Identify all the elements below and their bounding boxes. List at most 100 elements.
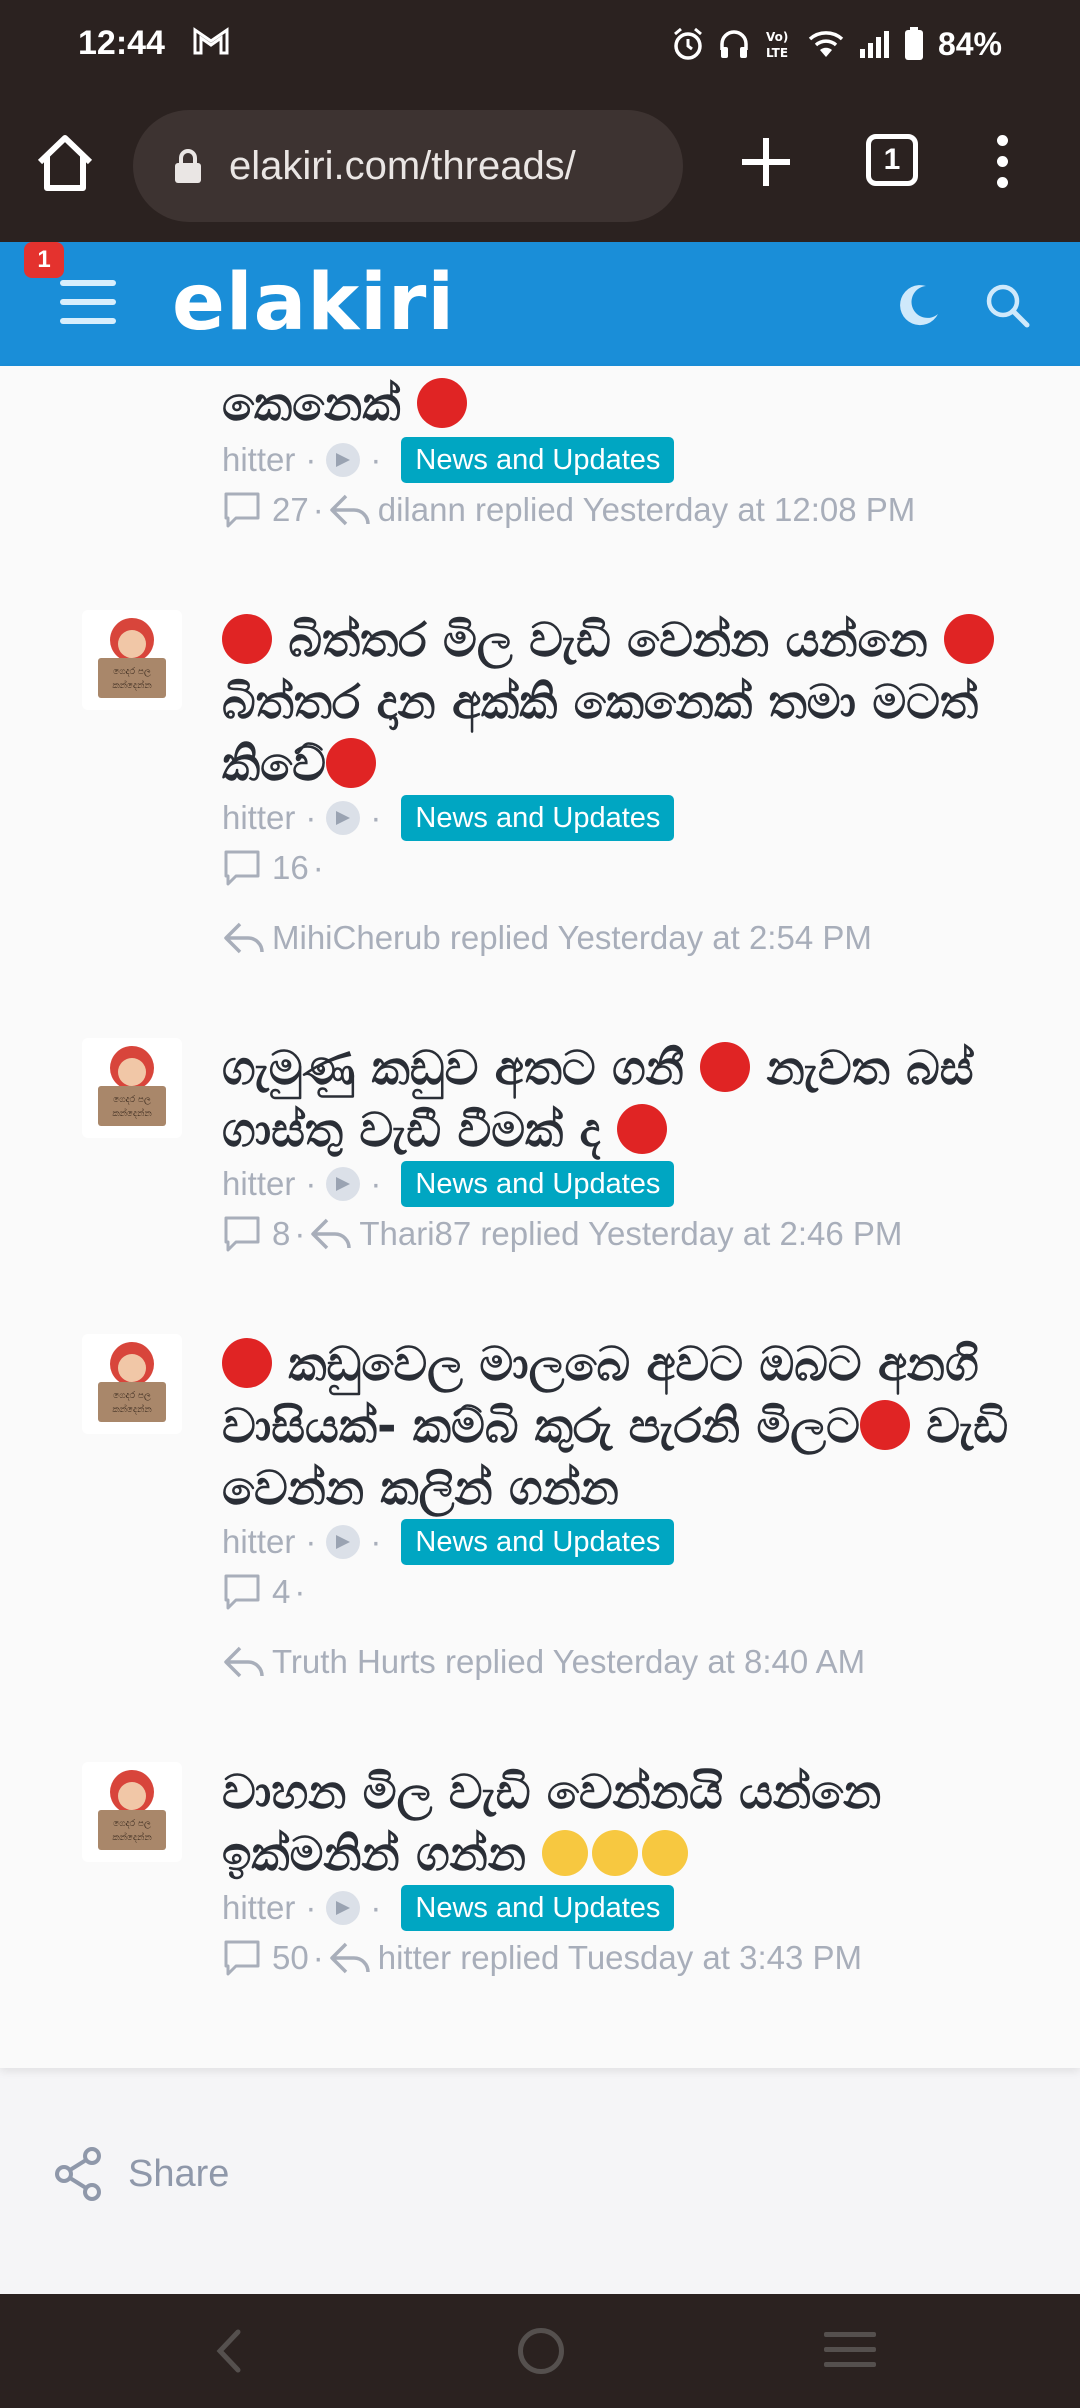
share-icon <box>55 2147 101 2201</box>
reply-arrow-icon <box>311 1218 352 1250</box>
smiling-face-emoji <box>542 1830 589 1876</box>
arrow-right-icon <box>326 1891 361 1925</box>
home-circle-icon[interactable] <box>518 2328 564 2374</box>
forum-tag[interactable]: News and Updates <box>401 1161 675 1207</box>
svg-text:ගෙදර පල: ගෙදර පල <box>113 1095 151 1105</box>
thread-stats: 4 · <box>222 1568 309 1616</box>
last-reply[interactable]: MihiCherub replied Yesterday at 2:54 PM <box>272 919 872 957</box>
red-circle-emoji <box>616 1104 667 1154</box>
thread-last-reply: MihiCherub replied Yesterday at 2:54 PM <box>222 914 872 962</box>
thread-stats: 50 · hitter replied Tuesday at 3:43 PM <box>222 1934 862 1982</box>
svg-text:ගෙදර පල: ගෙදර පල <box>113 1819 151 1829</box>
avatar[interactable]: ගෙදර පල කන්දෙන්න <box>82 1762 182 1862</box>
thread-last-reply: Truth Hurts replied Yesterday at 8:40 AM <box>222 1638 865 1686</box>
thread-meta: hitter · · News and Updates <box>222 1160 675 1208</box>
reply-arrow-icon <box>224 1646 264 1678</box>
thread-author[interactable]: hitter <box>222 1523 295 1561</box>
reply-count: 8 <box>272 1215 291 1252</box>
search-icon[interactable] <box>984 282 1030 328</box>
comment-icon <box>224 1574 260 1610</box>
site-logo[interactable]: elakiri <box>172 258 455 348</box>
reply-arrow-icon <box>224 922 264 954</box>
thread-author[interactable]: hitter <box>222 441 295 479</box>
status-time: 12:44 <box>78 24 165 62</box>
red-circle-emoji <box>416 378 467 428</box>
battery-icon <box>904 27 923 60</box>
status-bar: 12:44 Vo) LTE 84% <box>0 0 1080 90</box>
reply-count: 4 <box>272 1573 291 1610</box>
comment-icon <box>224 492 260 528</box>
address-bar[interactable]: elakiri.com/threads/ <box>133 110 683 222</box>
forum-tag[interactable]: News and Updates <box>401 795 675 841</box>
arrow-right-icon <box>326 801 361 835</box>
thread-title[interactable]: කඩුවෙල මාලබෙ අවට ඔබට අනගි වාසියක්- කම්බි… <box>222 1334 1012 1520</box>
smiling-face-emoji <box>592 1830 639 1876</box>
avatar[interactable]: ගෙදර පල කන්දෙන්න <box>82 1334 182 1434</box>
smiling-face-emoji <box>642 1830 689 1876</box>
thread-stats: 16 · <box>222 844 328 892</box>
reply-count: 27 <box>272 491 309 528</box>
lock-icon <box>175 149 201 183</box>
svg-text:ගෙදර පල: ගෙදර පල <box>113 667 151 677</box>
share-label: Share <box>128 2152 230 2195</box>
thread-title[interactable]: ගැමුණු කඩුව අතට ගනී නැවත බස් ගාස්තු වැඩී… <box>222 1038 1012 1162</box>
comment-icon <box>224 1216 260 1252</box>
red-circle-emoji <box>222 1338 272 1388</box>
red-circle-emoji <box>325 738 376 788</box>
avatar[interactable]: ගෙදර පල කන්දෙන්න <box>82 1038 182 1138</box>
new-tab-icon[interactable] <box>738 134 794 190</box>
thread-meta: hitter · · News and Updates <box>222 1518 675 1566</box>
reply-arrow-icon <box>329 494 370 526</box>
reply-count: 50 <box>272 1939 309 1976</box>
home-icon[interactable] <box>32 130 98 196</box>
battery-percent: 84% <box>937 25 1002 62</box>
status-icons: Vo) LTE 84% <box>672 22 1002 66</box>
share-button[interactable]: Share <box>52 2144 229 2204</box>
thread-list: කෙනෙක් hitter · · News and Updates 27 · dila… <box>0 366 1080 2068</box>
wifi-icon <box>808 31 844 57</box>
gmail-icon <box>193 27 229 55</box>
last-reply[interactable]: hitter replied Tuesday at 3:43 PM <box>378 1939 862 1977</box>
notification-badge[interactable]: 1 <box>24 242 64 278</box>
url-text: elakiri.com/threads/ <box>229 144 576 188</box>
thread-meta: hitter · · News and Updates <box>222 1884 675 1932</box>
thread-title[interactable]: කෙනෙක් <box>222 374 1012 436</box>
thread-author[interactable]: hitter <box>222 1165 295 1203</box>
alarm-icon <box>673 27 702 60</box>
headphones-icon <box>720 30 748 58</box>
arrow-right-icon <box>326 1525 361 1559</box>
reply-count: 16 <box>272 849 309 886</box>
red-circle-emoji <box>700 1042 751 1092</box>
reply-arrow-icon <box>329 1942 370 1974</box>
volte-icon: Vo) LTE <box>766 30 788 60</box>
forum-tag[interactable]: News and Updates <box>401 1885 675 1931</box>
more-menu-icon[interactable] <box>990 130 1014 194</box>
svg-text:කන්දෙන්න: කන්දෙන්න <box>112 1832 151 1843</box>
hamburger-menu-icon[interactable] <box>60 280 116 328</box>
browser-toolbar: elakiri.com/threads/ 1 <box>0 90 1080 242</box>
thread-meta: hitter · · News and Updates <box>222 436 675 484</box>
thread-title[interactable]: වාහන මිල වැඩි වෙන්නයි යන්නෙ ඉක්මනින් ගන්… <box>222 1762 1012 1886</box>
tab-switcher-button[interactable]: 1 <box>866 134 918 186</box>
thread-title[interactable]: බිත්තර මිල වැඩි වෙන්න යන්නෙ බිත්තර දාන අ… <box>222 610 1012 796</box>
last-reply[interactable]: Thari87 replied Yesterday at 2:46 PM <box>359 1215 902 1253</box>
arrow-right-icon <box>326 443 361 477</box>
back-icon[interactable] <box>210 2328 250 2374</box>
comment-icon <box>224 850 260 886</box>
recent-apps-icon[interactable] <box>824 2332 876 2372</box>
svg-text:කන්දෙන්න: කන්දෙන්න <box>112 680 151 691</box>
thread-author[interactable]: hitter <box>222 1889 295 1927</box>
moon-icon[interactable] <box>896 282 942 328</box>
last-reply[interactable]: dilann replied Yesterday at 12:08 PM <box>378 491 916 529</box>
last-reply[interactable]: Truth Hurts replied Yesterday at 8:40 AM <box>272 1643 865 1681</box>
site-header: 1 elakiri <box>0 242 1080 366</box>
thread-author[interactable]: hitter <box>222 799 295 837</box>
system-nav-bar <box>0 2294 1080 2408</box>
svg-text:Vo): Vo) <box>766 30 788 44</box>
red-circle-emoji <box>944 614 995 664</box>
forum-tag[interactable]: News and Updates <box>401 437 675 483</box>
thread-stats: 27 · dilann replied Yesterday at 12:08 PM <box>222 486 915 534</box>
svg-text:ගෙදර පල: ගෙදර පල <box>113 1391 151 1401</box>
forum-tag[interactable]: News and Updates <box>401 1519 675 1565</box>
avatar[interactable]: ගෙදර පල කන්දෙන්න <box>82 610 182 710</box>
